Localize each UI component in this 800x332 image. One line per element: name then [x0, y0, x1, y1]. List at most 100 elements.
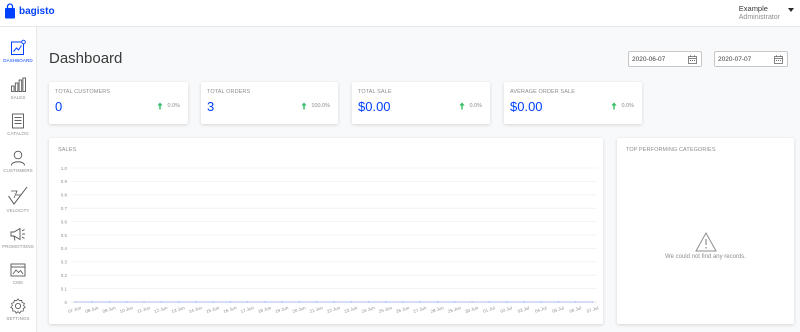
dashboard-icon: [11, 39, 26, 55]
promotions-icon: [10, 227, 25, 241]
sales-data-point: [91, 301, 93, 303]
sidebar-item-sales[interactable]: SALES: [0, 76, 36, 100]
sidebar: DASHBOARD SALES CATALOG CUSTOMERS VELOCI…: [0, 27, 37, 332]
settings-icon: [10, 298, 26, 314]
sales-chart: 0 0.1 0.2 0.3 0.4 0.5 0.6 0.7 0.8 0.9 1.0 07 Jun 08 …: [61, 166, 599, 314]
x-tick-label: 13 Jun: [171, 305, 186, 314]
chevron-down-icon[interactable]: [788, 8, 794, 12]
end-date-field[interactable]: [714, 51, 788, 67]
y-tick-label: 0.1: [61, 286, 68, 291]
empty-state-text: We could not find any records.: [665, 254, 746, 260]
sales-data-point: [264, 301, 266, 303]
x-tick-label: 16 Jun: [223, 305, 238, 314]
sales-data-point: [471, 301, 473, 303]
sales-data-point: [523, 301, 525, 303]
y-tick-label: 0.9: [61, 179, 68, 184]
sidebar-item-velocity[interactable]: VELOCITY: [0, 185, 36, 213]
stat-value: 3: [207, 99, 215, 114]
x-tick-label: 19 Jun: [275, 305, 290, 314]
x-tick-label: 15 Jun: [205, 305, 220, 314]
user-name: Example: [738, 4, 768, 13]
arrow-up-icon: [301, 102, 307, 110]
arrow-up-icon: [459, 102, 466, 110]
velocity-icon: [8, 186, 28, 205]
x-tick-label: 12 Jun: [154, 305, 169, 314]
x-tick-label: 14 Jun: [188, 305, 203, 314]
sidebar-item-label: CMS: [12, 280, 24, 285]
stat-label: TOTAL SALE: [358, 89, 392, 95]
page-title: Dashboard: [49, 50, 123, 67]
x-tick-label: 04 Jul: [534, 305, 547, 313]
x-tick-label: 24 Jun: [361, 305, 376, 314]
end-date-input[interactable]: [718, 54, 770, 64]
x-tick-label: 27 Jun: [413, 305, 428, 314]
warning-icon: [694, 232, 717, 252]
x-tick-label: 07 Jun: [67, 305, 82, 314]
sales-data-point: [367, 301, 370, 303]
user-menu[interactable]: Example Administrator: [739, 4, 780, 22]
sidebar-item-dashboard[interactable]: DASHBOARD: [0, 39, 36, 63]
user-role: Administrator: [738, 14, 780, 21]
sales-data-point: [506, 301, 508, 303]
y-tick-label: 0.6: [61, 219, 68, 224]
y-tick-label: 0.2: [61, 273, 68, 278]
sidebar-item-label: DASHBOARD: [3, 58, 33, 63]
sales-data-point: [195, 301, 197, 303]
sales-data-point: [333, 301, 335, 303]
sidebar-item-cms[interactable]: CMS: [0, 261, 36, 285]
sales-data-point: [557, 301, 560, 303]
sales-data-point: [540, 301, 542, 303]
shopping-bag-icon: [5, 3, 15, 19]
sales-data-point: [143, 301, 145, 303]
sales-data-point: [385, 301, 387, 303]
sidebar-item-customers[interactable]: CUSTOMERS: [0, 149, 36, 173]
y-tick-label: 0.8: [61, 193, 68, 198]
sidebar-item-settings[interactable]: SETTINGS: [0, 297, 36, 321]
y-tick-label: 1.0: [61, 166, 68, 171]
stat-change: 0.0%: [157, 102, 180, 110]
start-date-field[interactable]: [628, 51, 702, 67]
x-tick-label: 07 Jul: [586, 305, 599, 313]
sales-data-point: [74, 301, 76, 303]
stat-value: $0.00: [510, 99, 543, 114]
y-tick-label: 0: [64, 300, 67, 305]
sales-data-point: [592, 301, 594, 303]
x-tick-label: 28 Jun: [430, 305, 445, 314]
sales-data-point: [160, 301, 162, 303]
x-tick-label: 01 Jul: [482, 305, 495, 313]
stat-change-value: 0.0%: [167, 103, 180, 109]
stat-card-average-order-sale: AVERAGE ORDER SALE $0.00 0.0%: [504, 82, 642, 124]
calendar-icon[interactable]: [688, 55, 697, 64]
sidebar-item-catalog[interactable]: CATALOG: [0, 112, 36, 136]
start-date-input[interactable]: [632, 54, 684, 64]
arrow-up-icon: [157, 102, 164, 110]
catalog-icon: [12, 113, 24, 129]
brand-name: bagisto: [19, 5, 55, 17]
x-tick-label: 20 Jun: [292, 305, 307, 314]
stat-change-value: 100.0%: [311, 103, 330, 109]
x-tick-label: 30 Jun: [464, 305, 479, 314]
stat-label: TOTAL CUSTOMERS: [55, 89, 111, 95]
x-tick-label: 08 Jun: [85, 305, 100, 314]
sales-icon: [11, 77, 26, 92]
empty-state: We could not find any records.: [617, 232, 794, 260]
sales-data-point: [298, 301, 301, 303]
y-tick-label: 0.5: [61, 233, 68, 238]
x-tick-label: 06 Jul: [569, 305, 582, 313]
stat-value: $0.00: [358, 99, 391, 114]
x-tick-label: 18 Jun: [257, 305, 272, 314]
x-tick-label: 17 Jun: [240, 305, 255, 314]
brand-logo[interactable]: bagisto: [4, 3, 55, 19]
sales-data-point: [488, 301, 490, 303]
sales-data-point: [419, 301, 421, 303]
sales-data-point: [575, 301, 577, 303]
sidebar-item-promotions[interactable]: PROMOTIONS: [0, 225, 36, 249]
sales-panel: SALES 0 0.1 0.2 0.3 0.4 0.5 0.6 0.7 0.8 0.9 1.0 07 …: [49, 138, 603, 324]
sales-data-point: [281, 301, 283, 303]
calendar-icon[interactable]: [774, 55, 783, 64]
sidebar-item-label: PROMOTIONS: [2, 244, 34, 249]
sales-data-point: [437, 301, 439, 303]
cms-icon: [10, 263, 26, 277]
top-categories-panel: TOP PERFORMING CATEGORIES We could not f…: [617, 138, 794, 324]
stat-change: 100.0%: [301, 102, 330, 110]
